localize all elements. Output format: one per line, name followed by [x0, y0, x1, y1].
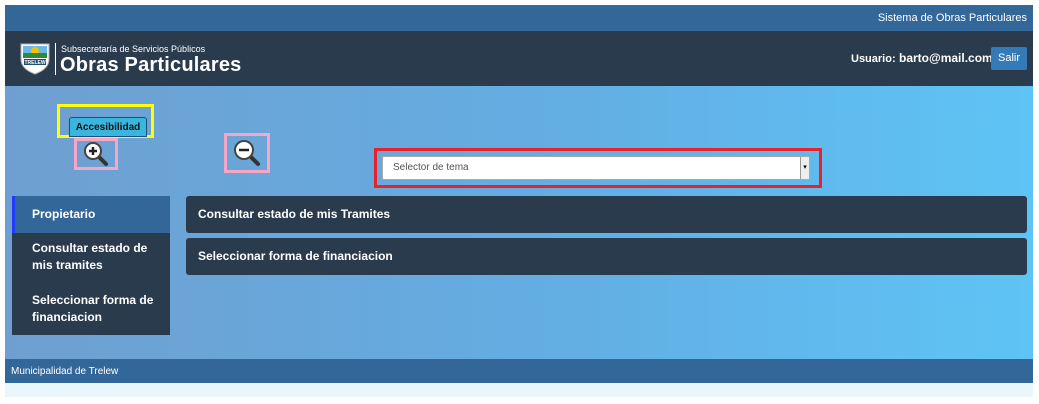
panel-consultar-estado[interactable]: Consultar estado de mis Tramites	[186, 196, 1027, 233]
municipality-shield-icon: TRELEW	[20, 43, 50, 75]
logo-divider	[55, 43, 56, 75]
system-title: Sistema de Obras Particulares	[877, 12, 1027, 24]
main-content: Accesibilidad Selector de tema ▾ Propiet…	[5, 86, 1033, 359]
app-frame: Sistema de Obras Particulares TRELEW Sub…	[5, 5, 1033, 397]
sidebar: Propietario Consultar estado de mis tram…	[12, 196, 170, 335]
zoom-out-button[interactable]	[224, 133, 270, 173]
bottom-strip	[5, 383, 1033, 397]
sidebar-item-consultar-estado[interactable]: Consultar estado de mis tramites	[12, 240, 170, 274]
panel-title: Seleccionar forma de financiacion	[198, 249, 393, 263]
zoom-in-button[interactable]	[74, 138, 118, 170]
accessibility-tab[interactable]: Accesibilidad	[69, 117, 147, 137]
header-subtitle: Subsecretaría de Servicios Públicos	[61, 44, 206, 54]
sidebar-item-propietario[interactable]: Propietario	[12, 196, 170, 233]
logout-button[interactable]: Salir	[991, 47, 1027, 70]
top-bar: Sistema de Obras Particulares	[5, 5, 1033, 31]
sidebar-item-label: Propietario	[32, 207, 96, 221]
logo-text: TRELEW	[24, 60, 45, 66]
panel-title: Consultar estado de mis Tramites	[198, 207, 391, 221]
chevron-down-icon[interactable]: ▾	[800, 157, 809, 179]
user-email: barto@mail.com	[899, 51, 993, 65]
user-label: Usuario:	[851, 53, 896, 65]
panel-seleccionar-financiacion[interactable]: Seleccionar forma de financiacion	[186, 238, 1027, 275]
header: TRELEW Subsecretaría de Servicios Públic…	[5, 31, 1033, 86]
theme-selector-value: Selector de tema	[393, 162, 469, 173]
footer-text: Municipalidad de Trelew	[11, 366, 119, 377]
header-title: Obras Particulares	[60, 54, 242, 76]
footer: Municipalidad de Trelew	[5, 359, 1033, 383]
sidebar-item-seleccionar-financiacion[interactable]: Seleccionar forma de financiacion	[12, 292, 170, 326]
sidebar-item-label: Consultar estado de mis tramites	[32, 241, 148, 272]
zoom-in-icon	[84, 142, 108, 166]
theme-selector[interactable]: Selector de tema ▾	[382, 156, 810, 180]
zoom-out-icon	[234, 140, 260, 166]
sidebar-item-label: Seleccionar forma de financiacion	[32, 293, 154, 324]
